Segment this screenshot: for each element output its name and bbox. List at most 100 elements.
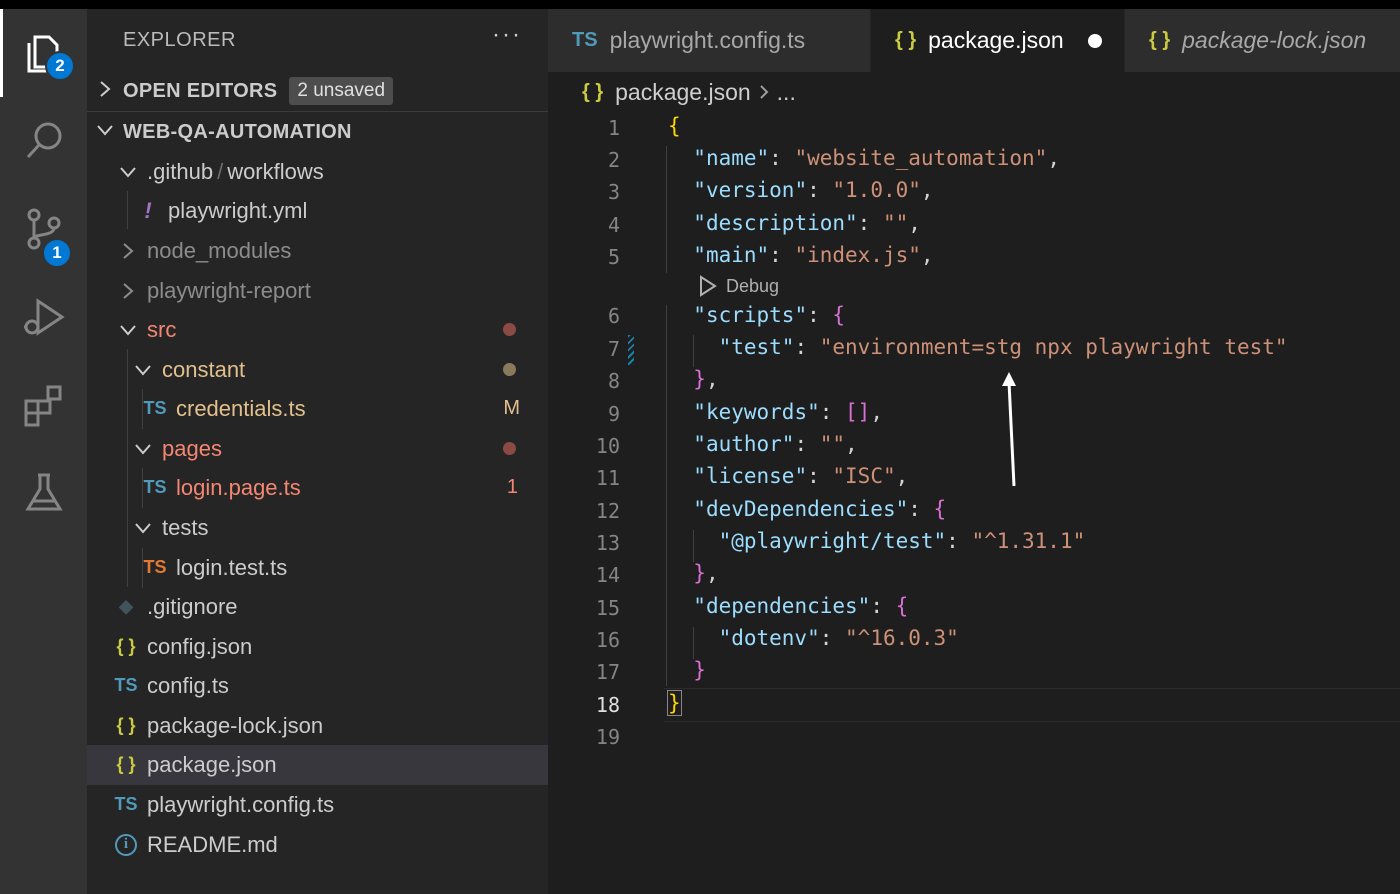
code-line-1[interactable]: { (668, 114, 681, 138)
tree-item-label: config.ts (147, 672, 229, 698)
tree-file-playwright-config[interactable]: TS playwright.config.ts (87, 785, 548, 825)
tree-folder-playwright-report[interactable]: playwright-report (87, 271, 548, 311)
tree-file-readme[interactable]: i README.md (87, 825, 548, 865)
tab-package-json[interactable]: { } package.json (871, 9, 1124, 72)
yaml-icon: ! (144, 197, 152, 223)
code-line-10[interactable]: "author": "", (668, 432, 857, 456)
project-label: WEB-QA-AUTOMATION (123, 120, 352, 143)
tab-label: package.json (928, 27, 1064, 53)
tab-playwright-config[interactable]: TS playwright.config.ts (548, 9, 870, 72)
code-line-4[interactable]: "description": "", (668, 211, 921, 235)
tree-item-label: pages (162, 435, 222, 461)
git-icon: ◆ (119, 596, 133, 617)
line-number: 7 (607, 337, 620, 361)
tree-folder-node-modules[interactable]: node_modules (87, 231, 548, 271)
typescript-icon: TS (143, 477, 167, 498)
code-line-17[interactable]: } (668, 658, 706, 682)
chevron-down-icon (113, 166, 143, 178)
open-editors-label: OPEN EDITORS (123, 79, 278, 102)
tab-label: playwright.config.ts (609, 27, 806, 53)
code-line-12[interactable]: "devDependencies": { (668, 497, 946, 521)
run-debug-activity[interactable] (0, 273, 87, 361)
explorer-activity[interactable]: 2 (0, 9, 87, 97)
chevron-right-icon (113, 242, 143, 260)
code-line-8[interactable]: }, (668, 367, 718, 391)
code-line-2[interactable]: "name": "website_automation", (668, 146, 1060, 170)
chevron-down-icon (87, 123, 123, 142)
info-icon: i (109, 833, 143, 856)
code-line-11[interactable]: "license": "ISC", (668, 464, 908, 488)
line-number: 19 (595, 725, 620, 749)
code-line-9[interactable]: "keywords": [], (668, 400, 883, 424)
indent-guide (666, 305, 667, 686)
explorer-title: EXPLORER (123, 29, 236, 51)
tree-item-label: login.page.ts (176, 474, 301, 500)
more-actions-icon[interactable]: ··· (492, 21, 522, 49)
typescript-icon: TS (572, 29, 598, 51)
line-number: 8 (607, 369, 620, 393)
tree-file-package-lock[interactable]: { } package-lock.json (87, 706, 548, 746)
code-line-5[interactable]: "main": "index.js", (668, 243, 933, 267)
open-editors-section[interactable]: OPEN EDITORS 2 unsaved (87, 71, 548, 111)
code-line-16[interactable]: "dotenv": "^16.0.3" (668, 626, 959, 650)
top-strip (0, 0, 1400, 9)
tree-file-playwright-yml[interactable]: ! playwright.yml (87, 191, 548, 231)
chevron-down-icon (128, 364, 158, 376)
tree-file-credentials[interactable]: TS credentials.ts M (87, 389, 548, 429)
typescript-icon: TS (143, 557, 167, 578)
json-icon: { } (116, 715, 136, 736)
unsaved-dot-icon[interactable] (1088, 33, 1102, 48)
code-line-18[interactable]: } (667, 690, 682, 716)
tree-file-gitignore[interactable]: ◆ .gitignore (87, 587, 548, 627)
tree-folder-constant[interactable]: constant (87, 350, 548, 390)
line-number: 6 (607, 304, 620, 328)
line-number: 18 (595, 693, 620, 717)
search-activity[interactable] (0, 97, 87, 185)
json-icon: { } (582, 81, 604, 103)
tree-file-login-page[interactable]: TS login.page.ts 1 (87, 468, 548, 508)
line-number: 5 (607, 245, 620, 269)
code-line-7[interactable]: "test": "environment=stg npx playwright … (668, 335, 1288, 359)
code-line-3[interactable]: "version": "1.0.0", (668, 178, 933, 202)
json-icon: { } (116, 754, 136, 775)
code-line-6[interactable]: "scripts": { (668, 303, 845, 327)
modified-dot (503, 363, 516, 377)
chevron-down-icon (113, 324, 143, 336)
breadcrumb-file[interactable]: package.json (615, 79, 751, 106)
modified-badge: M (503, 397, 520, 420)
code-line-13[interactable]: "@playwright/test": "^1.31.1" (668, 529, 1086, 553)
search-icon (26, 122, 61, 159)
tab-bar: TS playwright.config.ts { } package.json… (548, 9, 1400, 72)
tree-item-label: playwright.yml (168, 197, 308, 223)
json-icon: { } (116, 636, 136, 657)
tree-folder-tests[interactable]: tests (87, 508, 548, 548)
extensions-activity[interactable] (0, 361, 87, 449)
tree-file-login-test[interactable]: TS login.test.ts (87, 548, 548, 588)
tree-file-package-json[interactable]: { } package.json (87, 745, 548, 785)
code-line-15[interactable]: "dependencies": { (668, 594, 908, 618)
debug-codelens[interactable]: Debug (698, 275, 779, 297)
indent-guide (666, 146, 667, 273)
tree-folder-src[interactable]: src (87, 310, 548, 350)
source-control-activity[interactable]: 1 (0, 185, 87, 273)
unsaved-badge: 2 unsaved (289, 77, 394, 105)
chevron-down-icon (128, 522, 158, 534)
chevron-right-icon (759, 79, 769, 106)
code-line-14[interactable]: }, (668, 561, 718, 585)
breadcrumb-more[interactable]: ... (777, 79, 796, 106)
tree-file-config-json[interactable]: { } config.json (87, 627, 548, 667)
tree-item-label: config.json (147, 633, 253, 659)
tree-item-label: constant (162, 356, 246, 382)
testing-activity[interactable] (0, 449, 87, 537)
line-number: 13 (595, 531, 620, 555)
chevron-down-icon (128, 443, 158, 455)
tree-file-config-ts[interactable]: TS config.ts (87, 666, 548, 706)
modified-dot (503, 323, 516, 337)
tree-item-label: tests (162, 514, 209, 540)
json-icon: { } (895, 29, 917, 51)
project-section[interactable]: WEB-QA-AUTOMATION (87, 112, 548, 152)
tree-folder-pages[interactable]: pages (87, 429, 548, 469)
tree-folder-github[interactable]: .github / workflows (87, 152, 548, 192)
tab-package-lock[interactable]: { } package-lock.json (1125, 9, 1400, 72)
typescript-icon: TS (114, 794, 138, 815)
